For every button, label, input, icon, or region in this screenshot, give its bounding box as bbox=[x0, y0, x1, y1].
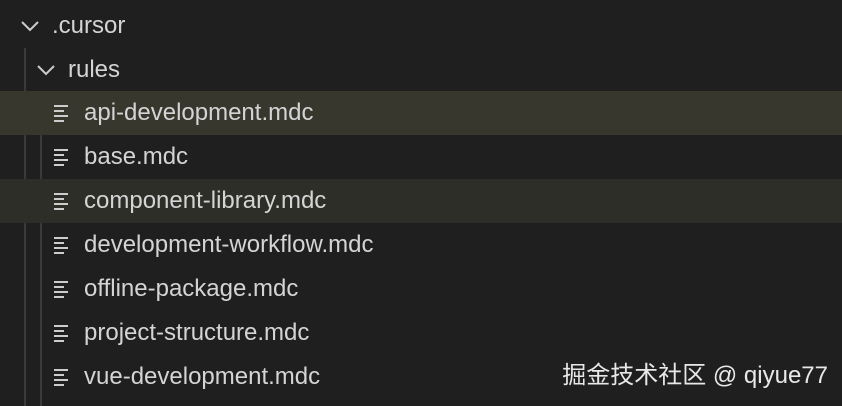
file-lines-icon bbox=[54, 237, 68, 254]
tree-folder-cursor[interactable]: .cursor bbox=[0, 4, 842, 48]
file-label: offline-package.mdc bbox=[84, 275, 299, 302]
tree-file-row[interactable]: api-development.mdc bbox=[0, 91, 842, 135]
file-explorer-tree: .cursor rules api-development.mdc base.m… bbox=[0, 0, 842, 406]
file-label: base.mdc bbox=[84, 143, 189, 170]
folder-label-cursor: .cursor bbox=[52, 12, 126, 39]
file-lines-icon bbox=[54, 281, 68, 298]
file-lines-icon bbox=[54, 193, 68, 210]
tree-file-row[interactable]: component-library.mdc bbox=[0, 179, 842, 223]
tree-folder-rules[interactable]: rules bbox=[0, 48, 842, 92]
file-lines-icon bbox=[54, 149, 68, 166]
file-label: project-structure.mdc bbox=[84, 319, 310, 346]
file-label: development-workflow.mdc bbox=[84, 231, 374, 258]
chevron-down-icon[interactable] bbox=[34, 58, 58, 82]
chevron-down-icon[interactable] bbox=[18, 14, 42, 38]
file-label: vue-development.mdc bbox=[84, 363, 321, 390]
tree-file-row[interactable]: base.mdc bbox=[0, 135, 842, 179]
file-lines-icon bbox=[54, 105, 68, 122]
tree-file-row[interactable]: offline-package.mdc bbox=[0, 267, 842, 311]
tree-file-row[interactable]: project-structure.mdc bbox=[0, 311, 842, 355]
file-lines-icon bbox=[54, 325, 68, 342]
folder-label-rules: rules bbox=[68, 56, 121, 83]
watermark-text: 掘金技术社区 @ qiyue77 bbox=[562, 362, 828, 389]
file-label: component-library.mdc bbox=[84, 187, 327, 214]
file-label: api-development.mdc bbox=[84, 99, 314, 126]
file-lines-icon bbox=[54, 369, 68, 386]
tree-file-row[interactable]: development-workflow.mdc bbox=[0, 223, 842, 267]
